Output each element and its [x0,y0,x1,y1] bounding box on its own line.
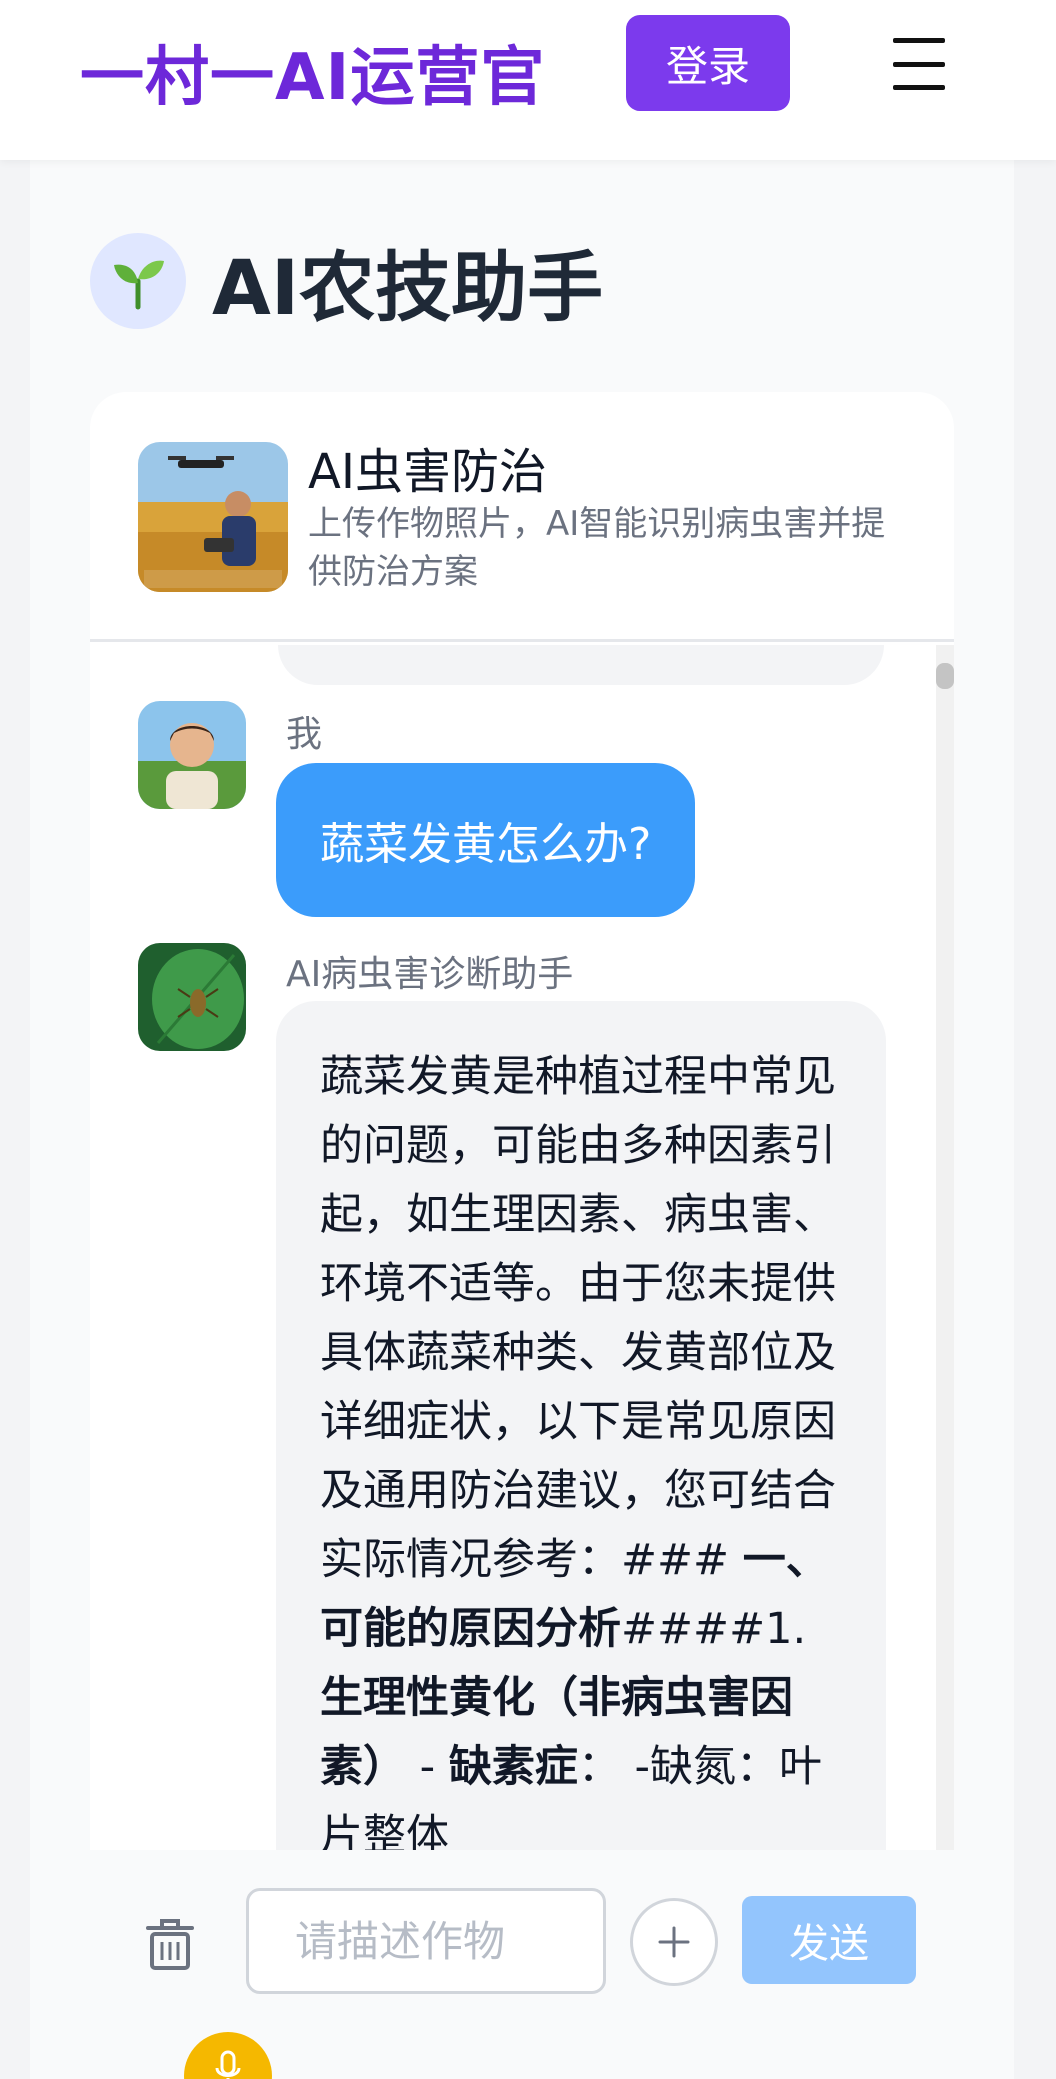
sprout-icon [90,233,186,329]
message-sender: 我 [286,714,323,755]
input-bar: 发送 [90,1850,954,2079]
tool-description: 上传作物照片，AI智能识别病虫害并提供防治方案 [308,504,886,592]
hamburger-menu-icon[interactable] [893,38,945,90]
description-input[interactable] [246,1888,606,1994]
chat-card: AI虫害防治 上传作物照片，AI智能识别病虫害并提供防治方案 我 蔬菜发黄怎么办… [90,392,954,2079]
microphone-icon[interactable] [184,2032,272,2079]
tool-header: AI虫害防治 上传作物照片，AI智能识别病虫害并提供防治方案 [90,392,954,642]
login-button[interactable]: 登录 [626,15,790,111]
ai-message-text: - [406,1742,449,1792]
message-list[interactable]: 我 蔬菜发黄怎么办? AI病虫害诊断助手 蔬菜发黄是种植过程中常见的问题，可能由… [90,645,954,1850]
ai-message-text: 蔬菜发黄是种植过程中常见的问题，可能由多种因素引起，如生理因素、病虫害、环境不适… [320,1052,836,1585]
tool-title: AI虫害防治 [308,444,547,500]
ai-assistant-avatar [138,943,246,1051]
tool-thumbnail [138,442,288,592]
ai-message-bubble: 蔬菜发黄是种植过程中常见的问题，可能由多种因素引起，如生理因素、病虫害、环境不适… [276,1001,886,1850]
scrollbar-thumb[interactable] [936,663,954,689]
plus-icon[interactable] [630,1898,718,1986]
top-navbar: 一村一AI运营官 登录 [0,0,1056,160]
page-title: AI农技助手 [212,243,604,332]
message-sender: AI病虫害诊断助手 [286,954,574,995]
user-avatar [138,701,246,809]
message-scrollbar[interactable] [936,645,954,1850]
trash-icon[interactable] [142,1914,198,1974]
ai-message-text: ####1. [621,1604,807,1654]
brand-logo-text[interactable]: 一村一AI运营官 [80,26,545,118]
previous-message-bubble [278,645,884,685]
ai-message-heading: 缺素症 [448,1742,578,1792]
user-message-bubble: 蔬菜发黄怎么办? [276,763,696,917]
send-button[interactable]: 发送 [742,1896,916,1984]
main-panel: AI农技助手 AI虫害防治 上传作物照片，AI智能识别病虫害并提供防治方案 我 … [30,160,1014,2079]
page-header: AI农技助手 [90,226,603,336]
